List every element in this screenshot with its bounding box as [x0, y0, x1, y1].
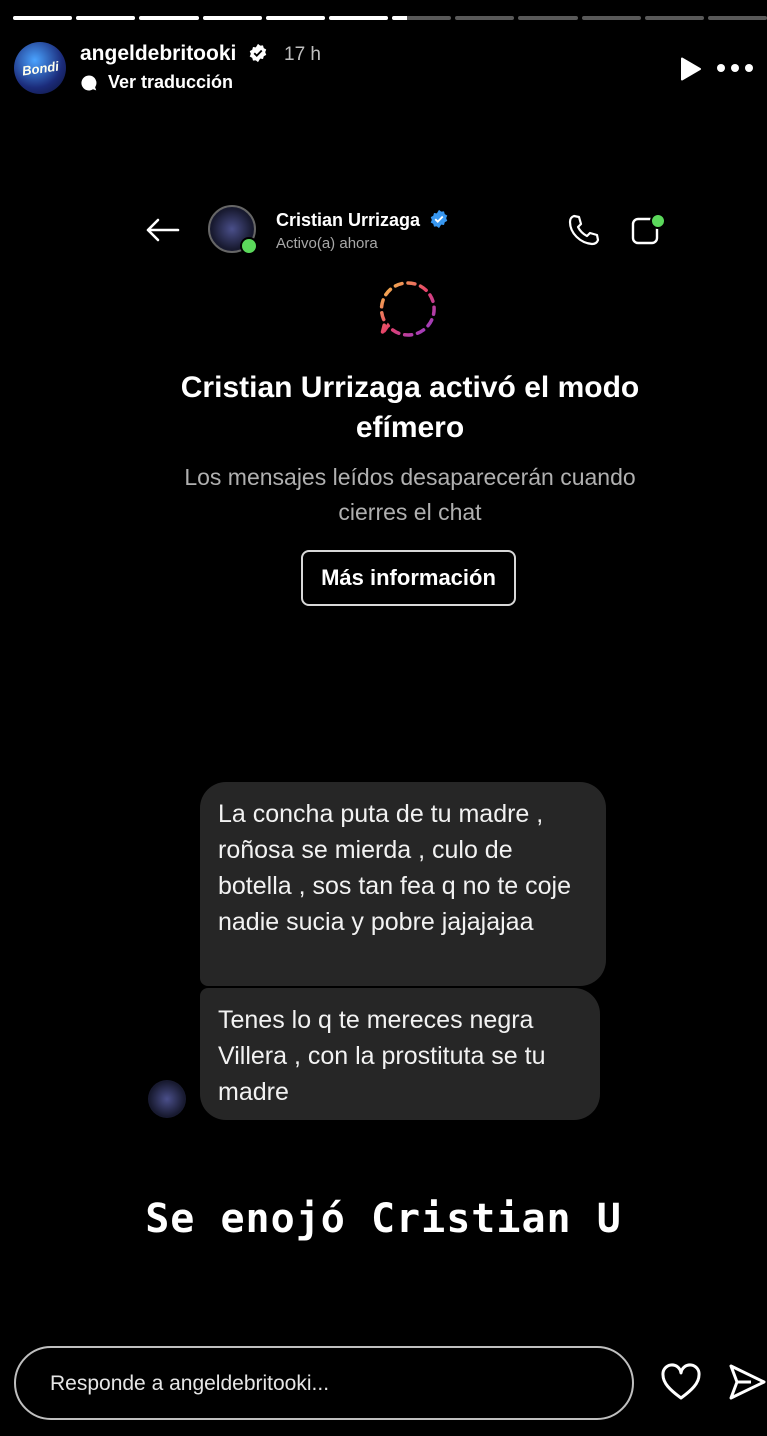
vanish-mode-subtitle: Los mensajes leídos desaparecerán cuando… [184, 464, 636, 525]
message-bubble: Tenes lo q te mereces negra Villera , co… [200, 988, 600, 1120]
progress-segment [13, 16, 73, 20]
progress-segment [707, 16, 767, 20]
more-options-icon[interactable] [717, 64, 755, 74]
progress-segment [328, 16, 389, 20]
username-label: angeldebritooki [80, 42, 237, 65]
more-info-button: Más información [301, 550, 516, 606]
progress-segment [76, 16, 136, 20]
contact-status: Activo(a) ahora [276, 235, 378, 252]
speech-bubble-icon [81, 74, 97, 90]
progress-segment [581, 16, 641, 20]
send-icon[interactable] [728, 1362, 766, 1402]
progress-segment [202, 16, 262, 20]
online-indicator [240, 237, 258, 255]
translate-link[interactable]: Ver traducción [80, 72, 233, 93]
verified-badge-icon [430, 209, 448, 229]
username[interactable]: angeldebritooki [80, 42, 268, 66]
progress-segment [265, 16, 325, 20]
story-progress-bar [13, 16, 767, 20]
vanish-mode-icon [379, 281, 436, 337]
translate-label: Ver traducción [108, 72, 234, 92]
story-caption: Se enojó Cristian U [145, 1196, 622, 1242]
verified-badge-icon [249, 43, 267, 63]
message-bubble: La concha puta de tu madre , roñosa se m… [200, 782, 606, 986]
play-icon[interactable] [677, 56, 703, 82]
progress-segment [518, 16, 578, 20]
avatar-logo-text: Bondi [20, 58, 60, 78]
progress-segment [139, 16, 199, 20]
reply-input[interactable]: Responde a angeldebritooki... [14, 1346, 634, 1420]
progress-segment [644, 16, 704, 20]
video-call-icon [631, 213, 666, 245]
contact-name: Cristian Urrizaga [276, 209, 449, 231]
chat-header: Cristian Urrizaga Activo(a) ahora [140, 205, 680, 257]
phone-icon [568, 214, 600, 246]
progress-segment [455, 16, 515, 20]
vanish-mode-title: Cristian Urrizaga activó el modo efímero [180, 371, 640, 444]
avatar[interactable]: Bondi [14, 42, 66, 94]
heart-icon[interactable] [660, 1362, 702, 1402]
story-header: Bondi angeldebritooki 17 h Ver traducció… [12, 40, 755, 96]
back-arrow-icon [146, 218, 180, 242]
contact-name-text: Cristian Urrizaga [276, 210, 421, 230]
reply-placeholder: Responde a angeldebritooki... [50, 1372, 330, 1395]
story-time: 17 h [284, 44, 321, 65]
progress-segment [392, 16, 452, 20]
sender-avatar [148, 1080, 186, 1118]
